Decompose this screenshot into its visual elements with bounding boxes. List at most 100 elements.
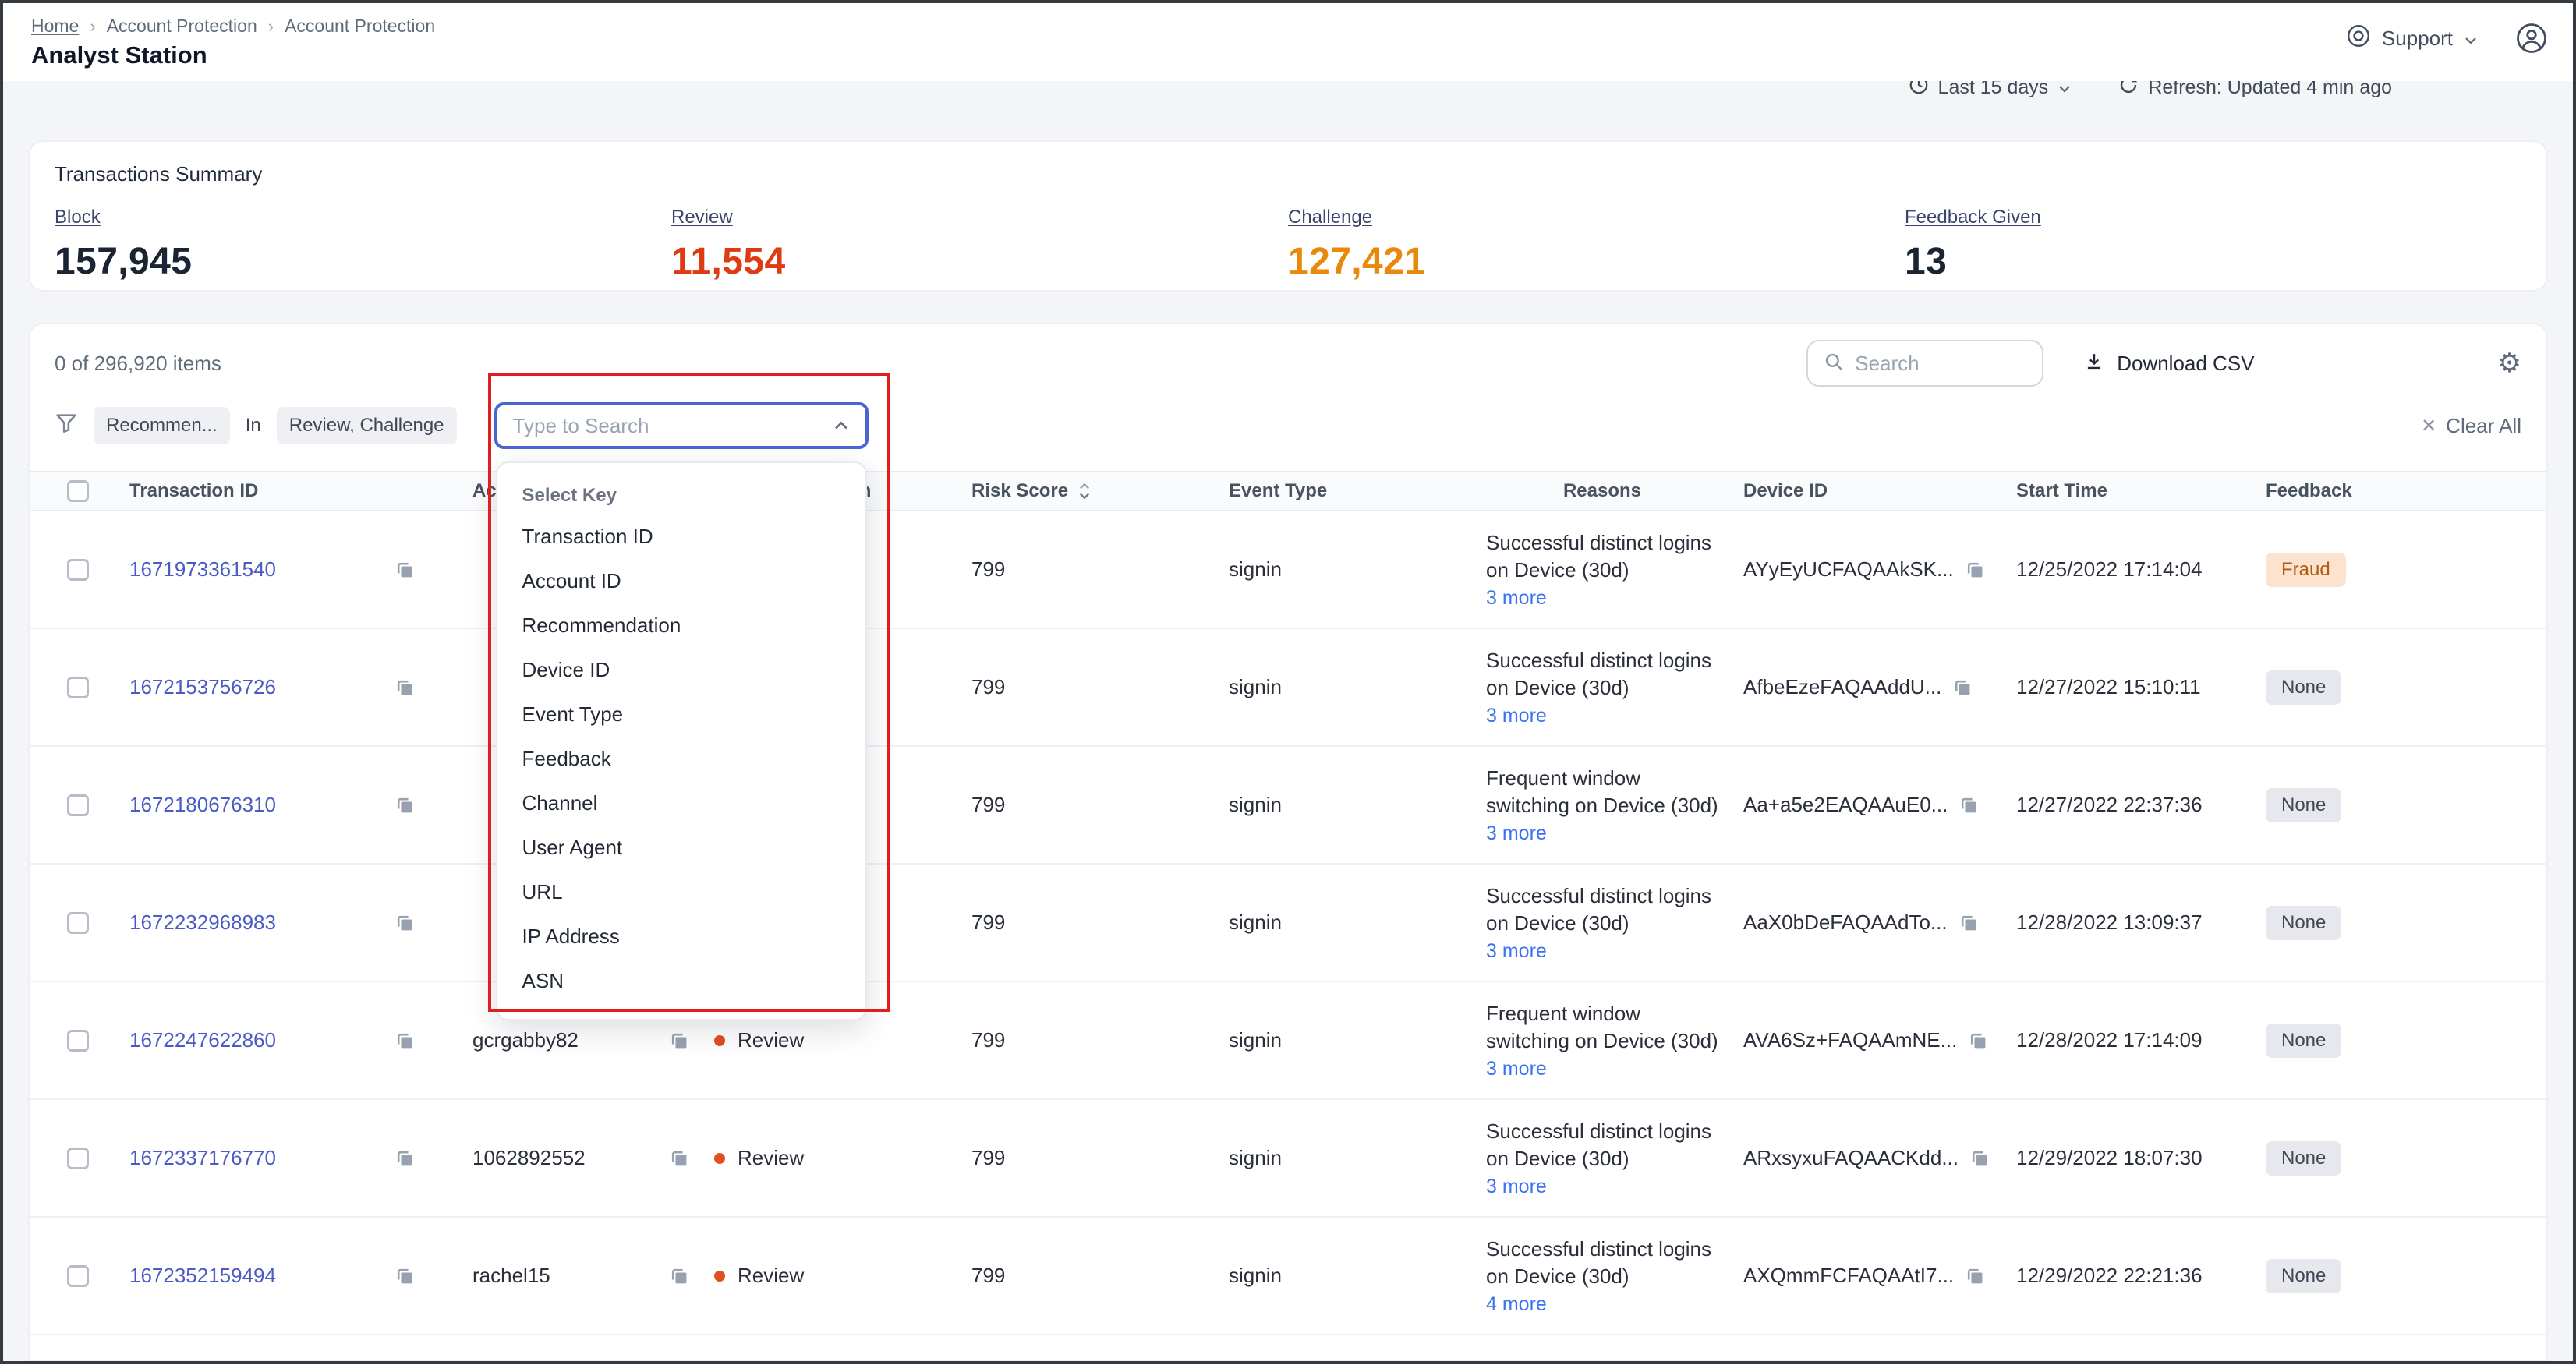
time-range-label: Last 15 days — [1938, 81, 2049, 99]
search-key-option[interactable]: Event Type — [497, 692, 865, 737]
copy-icon[interactable] — [1968, 1031, 1988, 1051]
metric-review-link[interactable]: Review — [671, 207, 733, 228]
breadcrumb: Home › Account Protection › Account Prot… — [31, 16, 2545, 37]
time-range-dropdown[interactable]: Last 15 days — [1909, 81, 2072, 101]
row-checkbox[interactable] — [67, 1148, 89, 1169]
copy-icon[interactable] — [395, 677, 415, 698]
copy-icon[interactable] — [395, 913, 415, 933]
refresh-button[interactable]: Refresh: Updated 4 min ago — [2118, 81, 2392, 101]
col-transaction-id: Transaction ID — [104, 480, 448, 502]
select-all-checkbox[interactable] — [67, 480, 89, 502]
copy-icon[interactable] — [1959, 795, 1979, 815]
sort-icon[interactable] — [1077, 480, 1092, 502]
copy-icon[interactable] — [395, 795, 415, 815]
recommendation: Review — [738, 1264, 804, 1288]
row-checkbox[interactable] — [67, 677, 89, 698]
table-toolbar: 0 of 296,920 items Download CSV ⚙ — [30, 324, 2546, 387]
table-row: 1672153756726 799 signin Successful dist… — [30, 629, 2546, 747]
feedback-badge: Fraud — [2266, 553, 2346, 587]
metric-challenge-link[interactable]: Challenge — [1288, 207, 1372, 228]
search-key-option[interactable]: Account ID — [497, 559, 865, 603]
transaction-id-link[interactable]: 1672180676310 — [129, 793, 395, 817]
copy-icon[interactable] — [1969, 1148, 1990, 1169]
copy-icon[interactable] — [395, 1031, 415, 1051]
download-csv-button[interactable]: Download CSV — [2084, 351, 2254, 377]
metric-review: Review 11,554 — [671, 200, 1288, 283]
filter-field-chip[interactable]: Recommen... — [94, 407, 230, 444]
table-search[interactable] — [1806, 340, 2043, 387]
copy-icon[interactable] — [1959, 913, 1979, 933]
col-risk-score[interactable]: Risk Score — [947, 480, 1204, 502]
review-status-dot — [714, 1271, 725, 1282]
copy-icon[interactable] — [669, 1031, 689, 1051]
search-input[interactable] — [1855, 352, 2026, 376]
search-key-option[interactable]: Device ID — [497, 648, 865, 692]
reason-text: Successful distinct logins on Device (30… — [1486, 1236, 1718, 1290]
search-key-option[interactable]: Recommendation — [497, 603, 865, 648]
device-id: AYyEyUCFAQAAkSK... — [1743, 557, 1954, 582]
copy-icon[interactable] — [669, 1266, 689, 1286]
copy-icon[interactable] — [395, 1148, 415, 1169]
row-checkbox[interactable] — [67, 559, 89, 581]
filter-value-chip[interactable]: Review, Challenge — [277, 407, 457, 444]
row-checkbox[interactable] — [67, 1030, 89, 1052]
row-checkbox[interactable] — [67, 1265, 89, 1287]
transaction-id-link[interactable]: 1671973361540 — [129, 557, 395, 582]
metric-block-value: 157,945 — [55, 240, 671, 283]
transaction-id-link[interactable]: 1672337176770 — [129, 1146, 395, 1170]
chevron-up-icon[interactable] — [833, 420, 850, 431]
feedback-badge: None — [2266, 1024, 2341, 1058]
search-key-option[interactable]: Transaction ID — [497, 515, 865, 559]
more-reasons-link[interactable]: 3 more — [1486, 1176, 1547, 1198]
copy-icon[interactable] — [1965, 560, 1985, 580]
account-id: gcrgabby82 — [472, 1028, 669, 1052]
search-key-input[interactable]: Type to Search — [494, 402, 869, 449]
refresh-status-label: Refresh: Updated 4 min ago — [2148, 81, 2392, 99]
col-start-time: Start Time — [1991, 480, 2241, 502]
breadcrumb-account-protection[interactable]: Account Protection — [107, 16, 257, 37]
gear-icon[interactable]: ⚙ — [2498, 350, 2521, 377]
clear-all-button[interactable]: ✕ Clear All — [2421, 414, 2521, 438]
transaction-id-link[interactable]: 1672153756726 — [129, 675, 395, 699]
support-menu[interactable]: Support — [2346, 23, 2478, 54]
copy-icon[interactable] — [395, 1266, 415, 1286]
recommendation: Review — [738, 1146, 804, 1170]
copy-icon[interactable] — [669, 1148, 689, 1169]
metric-block-link[interactable]: Block — [55, 207, 101, 228]
search-key-dropdown: Select Key Transaction IDAccount IDRecom… — [496, 461, 867, 1020]
more-reasons-link[interactable]: 3 more — [1486, 940, 1547, 963]
copy-icon[interactable] — [1952, 677, 1973, 698]
row-checkbox[interactable] — [67, 912, 89, 934]
copy-icon[interactable] — [395, 560, 415, 580]
more-reasons-link[interactable]: 3 more — [1486, 1058, 1547, 1080]
search-key-option[interactable]: IP Address — [497, 914, 865, 959]
reason-text: Successful distinct logins on Device (30… — [1486, 647, 1718, 702]
event-type: signin — [1229, 1146, 1282, 1170]
metric-feedback-given-link[interactable]: Feedback Given — [1905, 207, 2041, 228]
breadcrumb-home-link[interactable]: Home — [31, 16, 79, 37]
col-event-type: Event Type — [1204, 480, 1461, 502]
filter-row: Recommen... In Review, Challenge Type to… — [30, 402, 2546, 449]
more-reasons-link[interactable]: 3 more — [1486, 822, 1547, 845]
search-key-option[interactable]: URL — [497, 870, 865, 914]
row-checkbox[interactable] — [67, 794, 89, 816]
more-reasons-link[interactable]: 4 more — [1486, 1293, 1547, 1316]
close-icon: ✕ — [2421, 415, 2436, 437]
search-key-option[interactable]: User Agent — [497, 826, 865, 870]
transaction-id-link[interactable]: 1672247622860 — [129, 1028, 395, 1052]
more-reasons-link[interactable]: 3 more — [1486, 705, 1547, 727]
recommendation: Review — [738, 1028, 804, 1052]
clock-icon — [1909, 81, 1929, 101]
search-key-option[interactable]: Channel — [497, 781, 865, 826]
reason-text: Frequent window switching on Device (30d… — [1486, 1000, 1718, 1055]
filter-icon — [55, 411, 78, 440]
copy-icon[interactable] — [1965, 1266, 1985, 1286]
search-key-option[interactable]: Feedback — [497, 737, 865, 781]
breadcrumb-account-protection-2: Account Protection — [285, 16, 435, 37]
search-key-option[interactable]: ASN — [497, 959, 865, 1003]
transaction-id-link[interactable]: 1672352159494 — [129, 1264, 395, 1288]
user-avatar[interactable] — [2515, 22, 2548, 55]
metric-feedback-given-value: 13 — [1905, 240, 2521, 283]
transaction-id-link[interactable]: 1672232968983 — [129, 911, 395, 935]
more-reasons-link[interactable]: 3 more — [1486, 587, 1547, 610]
